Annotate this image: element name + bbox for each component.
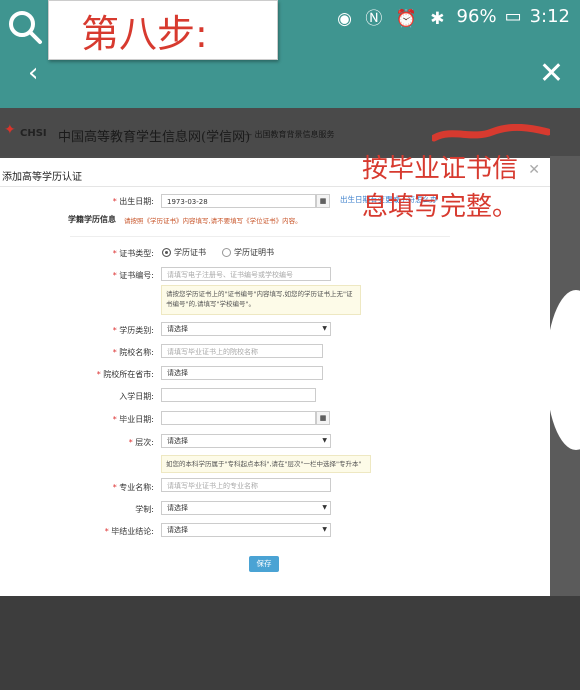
calendar-icon[interactable]: ▦ bbox=[316, 411, 330, 425]
modal-close-icon[interactable]: ✕ bbox=[528, 162, 540, 178]
cert-type-radio-proof[interactable]: 学历证明书 bbox=[222, 247, 274, 258]
dropdown-arrow-icon: ▼ bbox=[322, 526, 327, 533]
birth-label: * 出生日期: bbox=[112, 197, 154, 206]
step-label: 第八步: bbox=[81, 12, 208, 56]
section-note: 请按照《学历证书》内容填写,请不要填写《学位证书》内容。 bbox=[124, 217, 302, 225]
dropdown-arrow-icon: ▼ bbox=[322, 437, 327, 444]
cert-no-input[interactable]: 请填写电子注册号、证书编号或学校编号 bbox=[161, 267, 331, 281]
graduate-date-label: * 毕业日期: bbox=[112, 415, 154, 424]
conclusion-select[interactable]: 请选择 ▼ bbox=[161, 523, 331, 537]
status-icons: ◉ Ⓝ ⏰ ✱ bbox=[337, 9, 449, 29]
conclusion-label: * 毕结业结论: bbox=[104, 527, 154, 536]
cert-no-label: * 证书编号: bbox=[112, 271, 154, 280]
graduate-date-input[interactable] bbox=[161, 411, 316, 425]
save-button[interactable]: 保存 bbox=[249, 556, 279, 572]
back-chevron-icon[interactable]: ‹ bbox=[28, 58, 38, 88]
province-label: * 院校所在省市: bbox=[96, 370, 154, 379]
cert-type-label: * 证书类型: bbox=[112, 249, 154, 258]
instruction-annotation: 按毕业证书信息填写完整。 bbox=[362, 154, 519, 222]
degree-type-select[interactable]: 请选择 ▼ bbox=[161, 322, 331, 336]
cert-no-hint: 请按您学历证书上的"证书编号"内容填写,如您的学历证书上无"证书编号"的,请填写… bbox=[161, 285, 361, 315]
level-hint: 如您的本科学历属于"专科起点本科",请在"层次"一栏中选择"专升本" bbox=[161, 455, 371, 473]
radio-unselected-icon bbox=[222, 248, 231, 257]
chsi-logo-icon: ✦ bbox=[4, 122, 16, 138]
section-title: 学籍学历信息 bbox=[68, 215, 116, 224]
school-input[interactable]: 请填写毕业证书上的院校名称 bbox=[161, 344, 323, 358]
province-select[interactable]: 请选择 bbox=[161, 366, 323, 380]
section-divider bbox=[70, 236, 450, 237]
redaction-scribble bbox=[432, 124, 550, 142]
lower-background bbox=[0, 596, 580, 690]
modal-title: 添加高等学历认证 bbox=[2, 172, 82, 183]
enroll-date-label: 入学日期: bbox=[119, 392, 154, 401]
dropdown-arrow-icon: ▼ bbox=[322, 504, 327, 511]
close-icon[interactable]: ✕ bbox=[539, 56, 564, 91]
school-label: * 院校名称: bbox=[112, 348, 154, 357]
search-icon[interactable] bbox=[4, 6, 46, 48]
duration-label: 学制: bbox=[135, 505, 154, 514]
battery-level: 96% bbox=[456, 6, 497, 27]
clock: 3:12 bbox=[529, 6, 570, 27]
radio-selected-icon bbox=[162, 248, 171, 257]
major-label: * 专业名称: bbox=[112, 483, 154, 492]
duration-select[interactable]: 请选择 ▼ bbox=[161, 501, 331, 515]
cert-type-radio-diploma[interactable]: 学历证书 bbox=[162, 247, 206, 258]
chsi-logo-text: CHSI bbox=[20, 128, 47, 139]
birth-date-input[interactable]: 1973-03-28 bbox=[161, 194, 316, 208]
site-title: 中国高等教育学生信息网(学信网) bbox=[58, 130, 251, 145]
status-bar: ◉ Ⓝ ⏰ ✱ 96% ▭ 3:12 bbox=[337, 4, 570, 29]
degree-type-label: * 学历类别: bbox=[112, 326, 154, 335]
dropdown-arrow-icon: ▼ bbox=[322, 325, 327, 332]
site-subtitle: — 出国教育背景信息服务 bbox=[244, 130, 335, 139]
battery-icon: ▭ bbox=[504, 6, 522, 27]
major-input[interactable]: 请填写毕业证书上的专业名称 bbox=[161, 478, 331, 492]
level-select[interactable]: 请选择 ▼ bbox=[161, 434, 331, 448]
level-label: * 层次: bbox=[128, 438, 154, 447]
calendar-icon[interactable]: ▦ bbox=[316, 194, 330, 208]
enroll-date-input[interactable] bbox=[161, 388, 316, 402]
step-label-box: 第八步: bbox=[48, 0, 278, 60]
